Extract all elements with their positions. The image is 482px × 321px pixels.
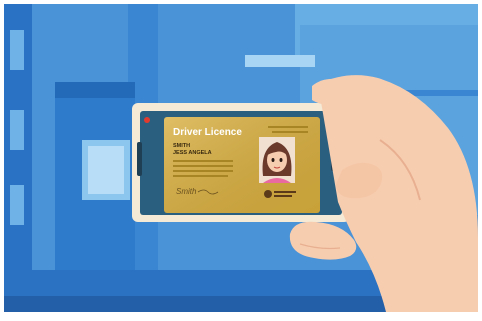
licence-title: Driver Licence [173,127,242,138]
illustration-scene: Driver Licence SMITH JESS ANGELA Smith [0,0,482,316]
phone-side-button-left [137,142,142,176]
licence-photo [259,137,295,183]
driver-licence-card: Driver Licence SMITH JESS ANGELA Smith [164,117,320,213]
licence-detail-line [173,165,233,167]
left-building [4,4,32,274]
licence-detail-line [173,160,233,162]
middle-building [55,82,135,272]
licence-signature: Smith [176,187,197,196]
licence-number-line [272,131,308,133]
licence-given-names: JESS ANGELA [173,150,212,156]
licence-detail-line [173,175,228,177]
licence-surname: SMITH [173,143,190,149]
licence-detail-line [173,170,233,172]
recording-indicator-icon [144,117,150,123]
licence-number-line [268,126,308,128]
